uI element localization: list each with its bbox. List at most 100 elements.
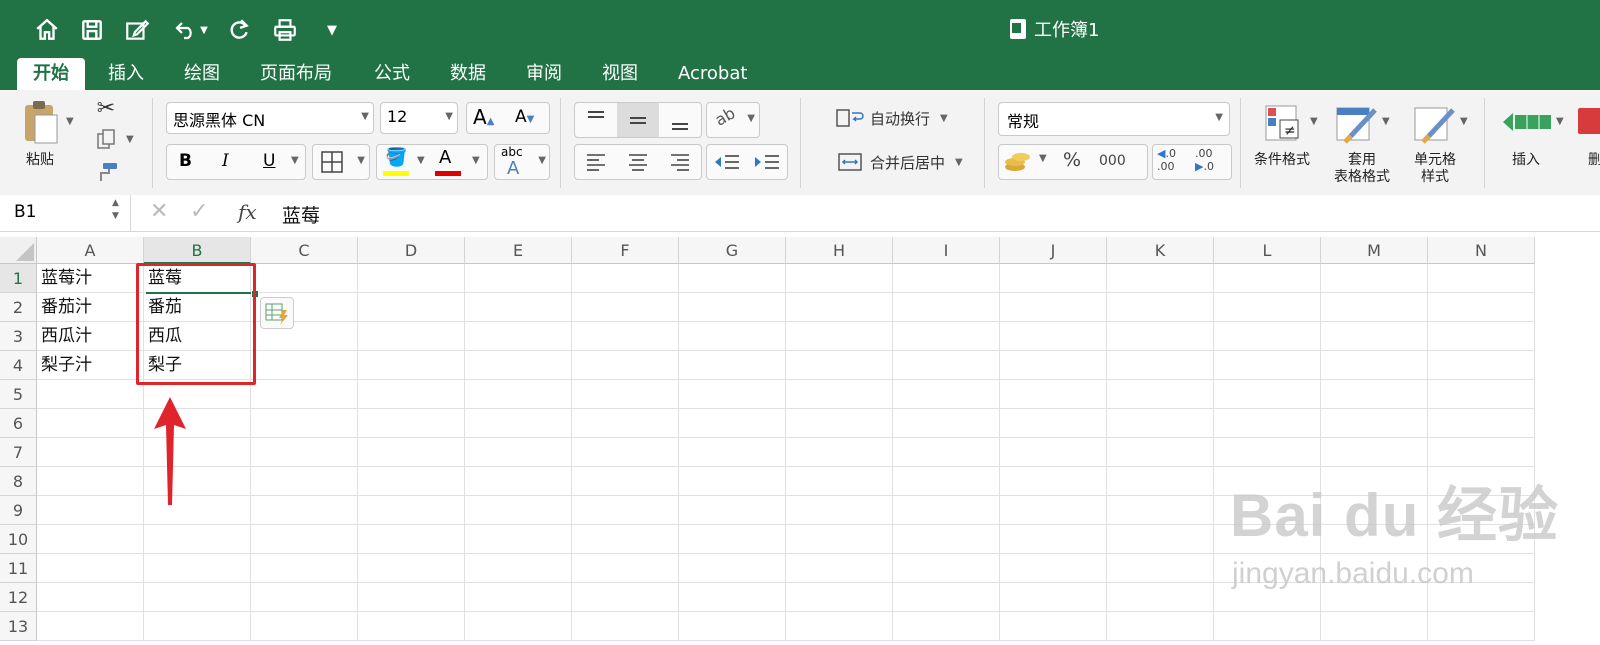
row-header-7[interactable]: 7 [0, 438, 37, 467]
row-header-5[interactable]: 5 [0, 380, 37, 409]
cell-i9[interactable] [893, 496, 1000, 525]
cell-f2[interactable] [572, 293, 679, 322]
cell-g11[interactable] [679, 554, 786, 583]
font-name-select[interactable]: 思源黑体 CN ▼ [166, 102, 374, 134]
column-header-a[interactable]: A [37, 237, 144, 264]
cell-e6[interactable] [465, 409, 572, 438]
cell-a10[interactable] [37, 525, 144, 554]
row-header-8[interactable]: 8 [0, 467, 37, 496]
insert-label[interactable]: 插入 [1512, 152, 1540, 169]
underline-dropdown-icon[interactable]: ▼ [291, 155, 299, 166]
cell-e8[interactable] [465, 467, 572, 496]
cell-j13[interactable] [1000, 612, 1107, 641]
cell-b13[interactable] [144, 612, 251, 641]
insert-cells-icon[interactable] [1500, 104, 1556, 140]
bold-button[interactable]: B [179, 151, 192, 171]
fill-color-icon[interactable]: 🪣 [385, 147, 407, 168]
tab-home[interactable]: 开始 [17, 58, 85, 90]
edit-icon[interactable] [120, 13, 154, 47]
cell-f10[interactable] [572, 525, 679, 554]
cell-f8[interactable] [572, 467, 679, 496]
cell-d9[interactable] [358, 496, 465, 525]
cell-l5[interactable] [1214, 380, 1321, 409]
cell-c6[interactable] [251, 409, 358, 438]
cell-g2[interactable] [679, 293, 786, 322]
customize-icon[interactable]: ▼ [315, 13, 349, 47]
cell-m1[interactable] [1321, 264, 1428, 293]
cell-d3[interactable] [358, 322, 465, 351]
cell-a12[interactable] [37, 583, 144, 612]
cell-b10[interactable] [144, 525, 251, 554]
cell-g7[interactable] [679, 438, 786, 467]
formula-input[interactable]: 蓝莓 [282, 201, 320, 228]
column-header-g[interactable]: G [679, 237, 786, 264]
cell-k11[interactable] [1107, 554, 1214, 583]
cell-a5[interactable] [37, 380, 144, 409]
cell-a8[interactable] [37, 467, 144, 496]
cell-d5[interactable] [358, 380, 465, 409]
cell-a6[interactable] [37, 409, 144, 438]
column-header-h[interactable]: H [786, 237, 893, 264]
column-header-b[interactable]: B [144, 237, 251, 264]
cell-n5[interactable] [1428, 380, 1535, 409]
insert-function-button[interactable]: fx [238, 200, 257, 224]
cell-l4[interactable] [1214, 351, 1321, 380]
column-header-j[interactable]: J [1000, 237, 1107, 264]
column-header-l[interactable]: L [1214, 237, 1321, 264]
cell-styles-label[interactable]: 单元格 样式 [1414, 152, 1456, 186]
tab-acrobat[interactable]: Acrobat [662, 58, 763, 90]
cell-e7[interactable] [465, 438, 572, 467]
cell-g5[interactable] [679, 380, 786, 409]
row-header-2[interactable]: 2 [0, 293, 37, 322]
cell-f1[interactable] [572, 264, 679, 293]
cell-j11[interactable] [1000, 554, 1107, 583]
tab-formulas[interactable]: 公式 [358, 58, 426, 90]
cell-i5[interactable] [893, 380, 1000, 409]
cell-i11[interactable] [893, 554, 1000, 583]
cell-a13[interactable] [37, 612, 144, 641]
cell-e4[interactable] [465, 351, 572, 380]
cell-e11[interactable] [465, 554, 572, 583]
row-header-6[interactable]: 6 [0, 409, 37, 438]
merge-center-button[interactable]: 合并后居中 ▼ [836, 150, 963, 174]
cell-j12[interactable] [1000, 583, 1107, 612]
cell-g3[interactable] [679, 322, 786, 351]
name-box[interactable]: B1 ▲ ▼ [0, 195, 131, 231]
row-header-9[interactable]: 9 [0, 496, 37, 525]
align-middle-button[interactable] [617, 103, 659, 137]
shrink-font-button[interactable]: A▼ [515, 107, 534, 127]
font-color-dropdown-icon[interactable]: ▼ [472, 155, 480, 166]
cell-k13[interactable] [1107, 612, 1214, 641]
cell-h9[interactable] [786, 496, 893, 525]
cell-c8[interactable] [251, 467, 358, 496]
conditional-format-icon[interactable]: ≠ [1262, 102, 1306, 146]
italic-button[interactable]: I [222, 151, 229, 171]
cell-k2[interactable] [1107, 293, 1214, 322]
cell-c12[interactable] [251, 583, 358, 612]
cell-d11[interactable] [358, 554, 465, 583]
cell-f6[interactable] [572, 409, 679, 438]
fill-color-dropdown-icon[interactable]: ▼ [417, 155, 425, 166]
cell-a2[interactable]: 番茄汁 [37, 293, 144, 322]
cell-a11[interactable] [37, 554, 144, 583]
row-header-4[interactable]: 4 [0, 351, 37, 380]
cell-i13[interactable] [893, 612, 1000, 641]
column-header-d[interactable]: D [358, 237, 465, 264]
confirm-icon[interactable]: ✓ [190, 199, 208, 224]
cell-l7[interactable] [1214, 438, 1321, 467]
cell-d7[interactable] [358, 438, 465, 467]
cell-j8[interactable] [1000, 467, 1107, 496]
cell-g1[interactable] [679, 264, 786, 293]
cut-icon[interactable]: ✂ [94, 94, 118, 122]
cell-i7[interactable] [893, 438, 1000, 467]
decrease-decimal-button[interactable]: .00 ▶.0 [1195, 147, 1229, 177]
decrease-indent-icon[interactable] [707, 145, 747, 179]
cell-h4[interactable] [786, 351, 893, 380]
column-header-m[interactable]: M [1321, 237, 1428, 264]
cell-l6[interactable] [1214, 409, 1321, 438]
orientation-button[interactable]: ab ▼ [706, 102, 760, 138]
flash-fill-options-button[interactable] [260, 297, 294, 329]
copy-icon[interactable] [94, 128, 118, 152]
cell-m7[interactable] [1321, 438, 1428, 467]
cell-n1[interactable] [1428, 264, 1535, 293]
